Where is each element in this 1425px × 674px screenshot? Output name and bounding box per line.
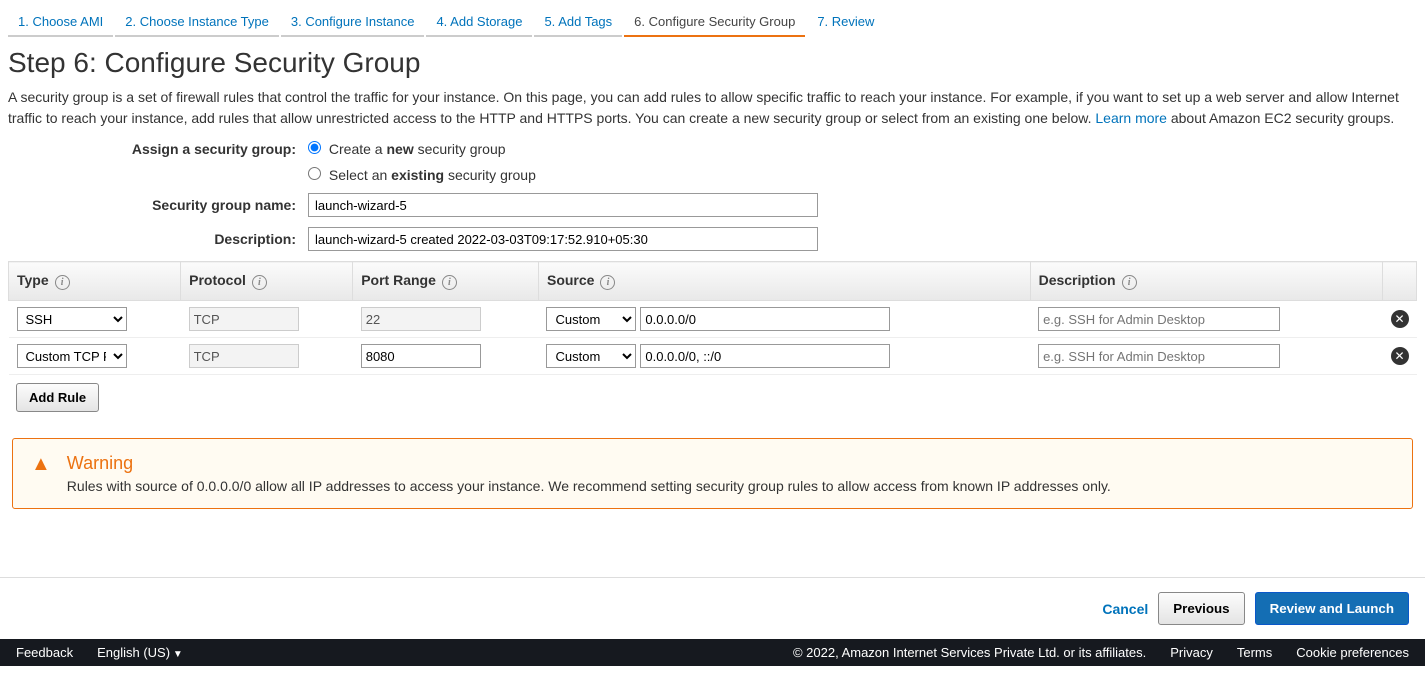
table-row: Custom TCP R Custom ✕ bbox=[9, 338, 1417, 375]
language-selector[interactable]: English (US) bbox=[97, 645, 183, 660]
tab-choose-ami[interactable]: 1. Choose AMI bbox=[8, 8, 113, 37]
type-select[interactable]: SSH bbox=[17, 307, 127, 331]
info-icon[interactable]: i bbox=[1122, 275, 1137, 290]
radio-create-new-input[interactable] bbox=[308, 141, 321, 154]
feedback-link[interactable]: Feedback bbox=[16, 645, 73, 660]
port-input bbox=[361, 307, 481, 331]
rule-desc-input[interactable] bbox=[1038, 307, 1280, 331]
remove-rule-icon[interactable]: ✕ bbox=[1391, 347, 1409, 365]
previous-button[interactable]: Previous bbox=[1158, 592, 1244, 625]
tab-review[interactable]: 7. Review bbox=[807, 8, 884, 37]
source-select[interactable]: Custom bbox=[546, 307, 636, 331]
warning-box: ▲ Warning Rules with source of 0.0.0.0/0… bbox=[12, 438, 1413, 509]
tab-instance-type[interactable]: 2. Choose Instance Type bbox=[115, 8, 279, 37]
review-launch-button[interactable]: Review and Launch bbox=[1255, 592, 1409, 625]
th-source: Sourcei bbox=[538, 262, 1030, 301]
source-select[interactable]: Custom bbox=[546, 344, 636, 368]
radio-select-pre: Select an bbox=[329, 167, 391, 183]
desc-tail: about Amazon EC2 security groups. bbox=[1167, 110, 1394, 126]
assign-sg-label: Assign a security group: bbox=[8, 141, 308, 157]
rule-desc-input[interactable] bbox=[1038, 344, 1280, 368]
radio-select-post: security group bbox=[444, 167, 536, 183]
info-icon[interactable]: i bbox=[600, 275, 615, 290]
radio-select-existing[interactable]: Select an existing security group bbox=[308, 167, 536, 183]
info-icon[interactable]: i bbox=[55, 275, 70, 290]
warning-icon: ▲ bbox=[31, 453, 51, 476]
port-input[interactable] bbox=[361, 344, 481, 368]
th-port: Port Rangei bbox=[353, 262, 539, 301]
warning-title: Warning bbox=[67, 453, 1111, 474]
type-select[interactable]: Custom TCP R bbox=[17, 344, 127, 368]
cidr-input[interactable] bbox=[640, 344, 890, 368]
cancel-button[interactable]: Cancel bbox=[1102, 601, 1148, 617]
tab-add-storage[interactable]: 4. Add Storage bbox=[426, 8, 532, 37]
footer: Feedback English (US) © 2022, Amazon Int… bbox=[0, 639, 1425, 666]
page-title: Step 6: Configure Security Group bbox=[8, 47, 1417, 79]
remove-rule-icon[interactable]: ✕ bbox=[1391, 310, 1409, 328]
sg-desc-label: Description: bbox=[8, 231, 308, 247]
table-row: SSH Custom ✕ bbox=[9, 301, 1417, 338]
protocol-input bbox=[189, 307, 299, 331]
tab-security-group[interactable]: 6. Configure Security Group bbox=[624, 8, 805, 37]
radio-create-bold: new bbox=[386, 141, 413, 157]
tab-add-tags[interactable]: 5. Add Tags bbox=[534, 8, 622, 37]
sg-name-input[interactable] bbox=[308, 193, 818, 217]
info-icon[interactable]: i bbox=[252, 275, 267, 290]
th-protocol: Protocoli bbox=[181, 262, 353, 301]
page-description: A security group is a set of firewall ru… bbox=[8, 87, 1417, 129]
th-type: Typei bbox=[9, 262, 181, 301]
privacy-link[interactable]: Privacy bbox=[1170, 645, 1213, 660]
rules-table: Typei Protocoli Port Rangei Sourcei Desc… bbox=[8, 261, 1417, 375]
radio-create-post: security group bbox=[414, 141, 506, 157]
warning-text: Rules with source of 0.0.0.0/0 allow all… bbox=[67, 478, 1111, 494]
terms-link[interactable]: Terms bbox=[1237, 645, 1272, 660]
radio-select-bold: existing bbox=[391, 167, 444, 183]
bottom-actions: Cancel Previous Review and Launch bbox=[0, 577, 1425, 639]
wizard-tabs: 1. Choose AMI 2. Choose Instance Type 3.… bbox=[0, 0, 1425, 37]
th-desc: Descriptioni bbox=[1030, 262, 1382, 301]
protocol-input bbox=[189, 344, 299, 368]
add-rule-button[interactable]: Add Rule bbox=[16, 383, 99, 412]
radio-create-pre: Create a bbox=[329, 141, 387, 157]
sg-desc-input[interactable] bbox=[308, 227, 818, 251]
tab-configure-instance[interactable]: 3. Configure Instance bbox=[281, 8, 425, 37]
radio-select-existing-input[interactable] bbox=[308, 167, 321, 180]
radio-create-new[interactable]: Create a new security group bbox=[308, 141, 506, 157]
learn-more-link[interactable]: Learn more bbox=[1095, 110, 1167, 126]
info-icon[interactable]: i bbox=[442, 275, 457, 290]
cookie-link[interactable]: Cookie preferences bbox=[1296, 645, 1409, 660]
sg-name-label: Security group name: bbox=[8, 197, 308, 213]
copyright-text: © 2022, Amazon Internet Services Private… bbox=[793, 645, 1146, 660]
cidr-input[interactable] bbox=[640, 307, 890, 331]
